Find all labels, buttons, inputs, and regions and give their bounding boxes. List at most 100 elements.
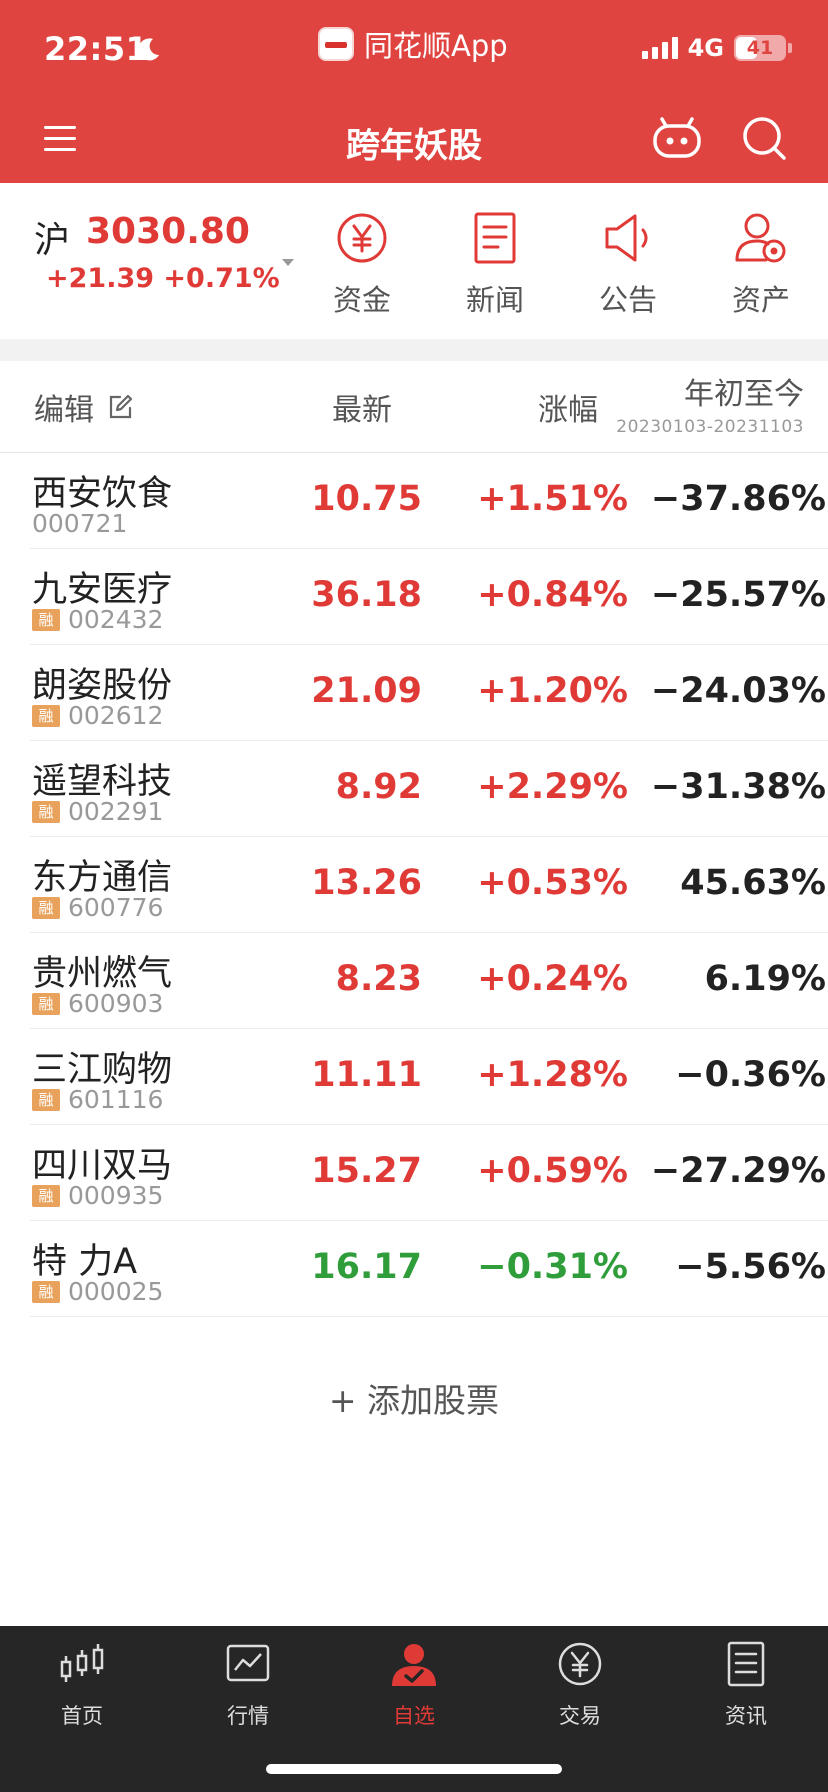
status-app-name: 同花顺App <box>364 29 508 63</box>
tab-label: 行情 <box>227 1704 269 1728</box>
chart-icon <box>226 1644 270 1682</box>
stock-change: +1.28% <box>477 1055 628 1095</box>
stock-ytd: 45.63% <box>680 863 826 903</box>
tab-label: 交易 <box>559 1704 601 1728</box>
quick-action-assets[interactable]: 资产 <box>711 211 811 319</box>
margin-badge: 融 <box>32 608 60 631</box>
moon-icon <box>138 38 159 61</box>
status-indicators: 4G 41 <box>641 34 792 62</box>
app-logo-icon <box>318 27 354 61</box>
page-title: 跨年妖股 <box>346 126 482 166</box>
stock-ytd: −31.38% <box>650 767 826 807</box>
quick-action-announcements[interactable]: 公告 <box>578 211 678 319</box>
watchlist-table: 西安饮食 000721 10.75 +1.51% −37.86% 九安医疗 融0… <box>0 453 828 1317</box>
stock-price: 8.23 <box>335 959 422 999</box>
table-row[interactable]: 朗姿股份 融 002612 21.09 +1.20% −24.03% <box>30 645 828 741</box>
index-value: 3030.80 <box>86 211 250 252</box>
stock-change: −0.31% <box>477 1247 628 1287</box>
stock-price: 13.26 <box>311 863 422 903</box>
column-header-latest[interactable]: 最新 <box>332 385 392 429</box>
candlestick-icon <box>60 1644 104 1682</box>
edit-icon <box>109 394 133 419</box>
stock-price: 21.09 <box>311 671 422 711</box>
margin-badge: 融 <box>32 1280 60 1303</box>
add-stock-button[interactable]: + 添加股票 <box>0 1374 828 1422</box>
table-row[interactable]: 西安饮食 000721 10.75 +1.51% −37.86% <box>30 453 828 549</box>
stock-ytd: −27.29% <box>650 1151 826 1191</box>
stock-change: +0.53% <box>477 863 628 903</box>
user-assets-icon <box>735 213 786 263</box>
battery-icon: 41 <box>734 35 786 61</box>
stock-price: 16.17 <box>311 1247 422 1287</box>
stock-ytd: 6.19% <box>704 959 826 999</box>
tab-news[interactable]: 资讯 <box>686 1640 806 1730</box>
tab-trade[interactable]: 交易 <box>520 1640 640 1730</box>
stock-change: +0.84% <box>477 575 628 615</box>
stock-price: 10.75 <box>311 479 422 519</box>
document-icon <box>474 212 516 264</box>
table-row[interactable]: 贵州燃气 融 600903 8.23 +0.24% 6.19% <box>30 933 828 1029</box>
stock-change: +1.51% <box>477 479 628 519</box>
robot-assistant-icon[interactable] <box>652 116 702 160</box>
ytd-label: 年初至今 <box>684 377 804 412</box>
quick-action-label: 新闻 <box>465 283 524 317</box>
tab-watchlist[interactable]: 自选 <box>354 1640 474 1730</box>
status-app-indicator[interactable]: 同花顺App <box>318 24 508 64</box>
table-row[interactable]: 遥望科技 融 002291 8.92 +2.29% −31.38% <box>30 741 828 837</box>
column-header-change[interactable]: 涨幅 <box>538 385 598 429</box>
stock-change: +0.24% <box>477 959 628 999</box>
stock-ytd: −24.03% <box>650 671 826 711</box>
column-header-ytd[interactable]: 年初至今 20230103-20231103 <box>616 369 804 437</box>
margin-badge: 融 <box>32 800 60 823</box>
margin-badge: 融 <box>32 992 60 1015</box>
stock-code: 002432 <box>68 605 164 634</box>
search-icon[interactable] <box>740 114 788 162</box>
margin-badge: 融 <box>32 1184 60 1207</box>
quick-action-label: 资金 <box>332 283 391 317</box>
status-time: 22:51 <box>44 30 149 68</box>
quick-action-funds[interactable]: 资金 <box>312 211 412 319</box>
section-divider <box>0 339 828 361</box>
index-name: 沪 <box>34 220 71 261</box>
tab-label: 自选 <box>393 1704 435 1728</box>
quick-action-news[interactable]: 新闻 <box>445 211 545 319</box>
watchlist-header: 编辑 最新 涨幅 年初至今 20230103-20231103 <box>0 361 828 453</box>
stock-change: +1.20% <box>477 671 628 711</box>
table-row[interactable]: 东方通信 融 600776 13.26 +0.53% 45.63% <box>30 837 828 933</box>
tab-label: 首页 <box>61 1704 103 1728</box>
edit-label: 编辑 <box>34 393 94 428</box>
tab-home[interactable]: 首页 <box>22 1640 142 1730</box>
quick-action-label: 公告 <box>598 283 657 317</box>
yuan-circle-icon <box>558 1642 602 1686</box>
stock-code: 600776 <box>68 893 164 922</box>
stock-price: 8.92 <box>335 767 422 807</box>
margin-badge: 融 <box>32 1088 60 1111</box>
quick-action-label: 资产 <box>731 283 790 317</box>
margin-badge: 融 <box>32 704 60 727</box>
tab-label: 资讯 <box>725 1704 767 1728</box>
stock-code: 002612 <box>68 701 164 730</box>
header-bar: 22:51 同花顺App 4G 41 跨年妖股 <box>0 0 828 183</box>
caret-down-icon[interactable] <box>282 259 294 266</box>
table-row[interactable]: 四川双马 融 000935 15.27 +0.59% −27.29% <box>30 1125 828 1221</box>
speaker-icon <box>605 214 648 262</box>
margin-badge: 融 <box>32 896 60 919</box>
index-change: +21.39 +0.71% <box>46 263 280 294</box>
stock-code: 600903 <box>68 989 164 1018</box>
stock-change: +0.59% <box>477 1151 628 1191</box>
stock-price: 11.11 <box>311 1055 422 1095</box>
index-panel: 沪 3030.80 +21.39 +0.71% 资金 新闻 公告 资产 <box>0 183 828 339</box>
table-row[interactable]: 三江购物 融 601116 11.11 +1.28% −0.36% <box>30 1029 828 1125</box>
home-indicator[interactable] <box>266 1764 562 1774</box>
stock-code: 002291 <box>68 797 164 826</box>
stock-ytd: −25.57% <box>650 575 826 615</box>
stock-ytd: −0.36% <box>675 1055 826 1095</box>
edit-button[interactable]: 编辑 <box>34 385 134 429</box>
stock-price: 15.27 <box>311 1151 422 1191</box>
tab-market[interactable]: 行情 <box>188 1640 308 1730</box>
stock-code: 000721 <box>32 509 128 538</box>
table-row[interactable]: 特 力A 融 000025 16.17 −0.31% −5.56% <box>30 1221 828 1317</box>
yuan-circle-icon <box>337 213 387 263</box>
stock-code: 000935 <box>68 1181 164 1210</box>
table-row[interactable]: 九安医疗 融 002432 36.18 +0.84% −25.57% <box>30 549 828 645</box>
